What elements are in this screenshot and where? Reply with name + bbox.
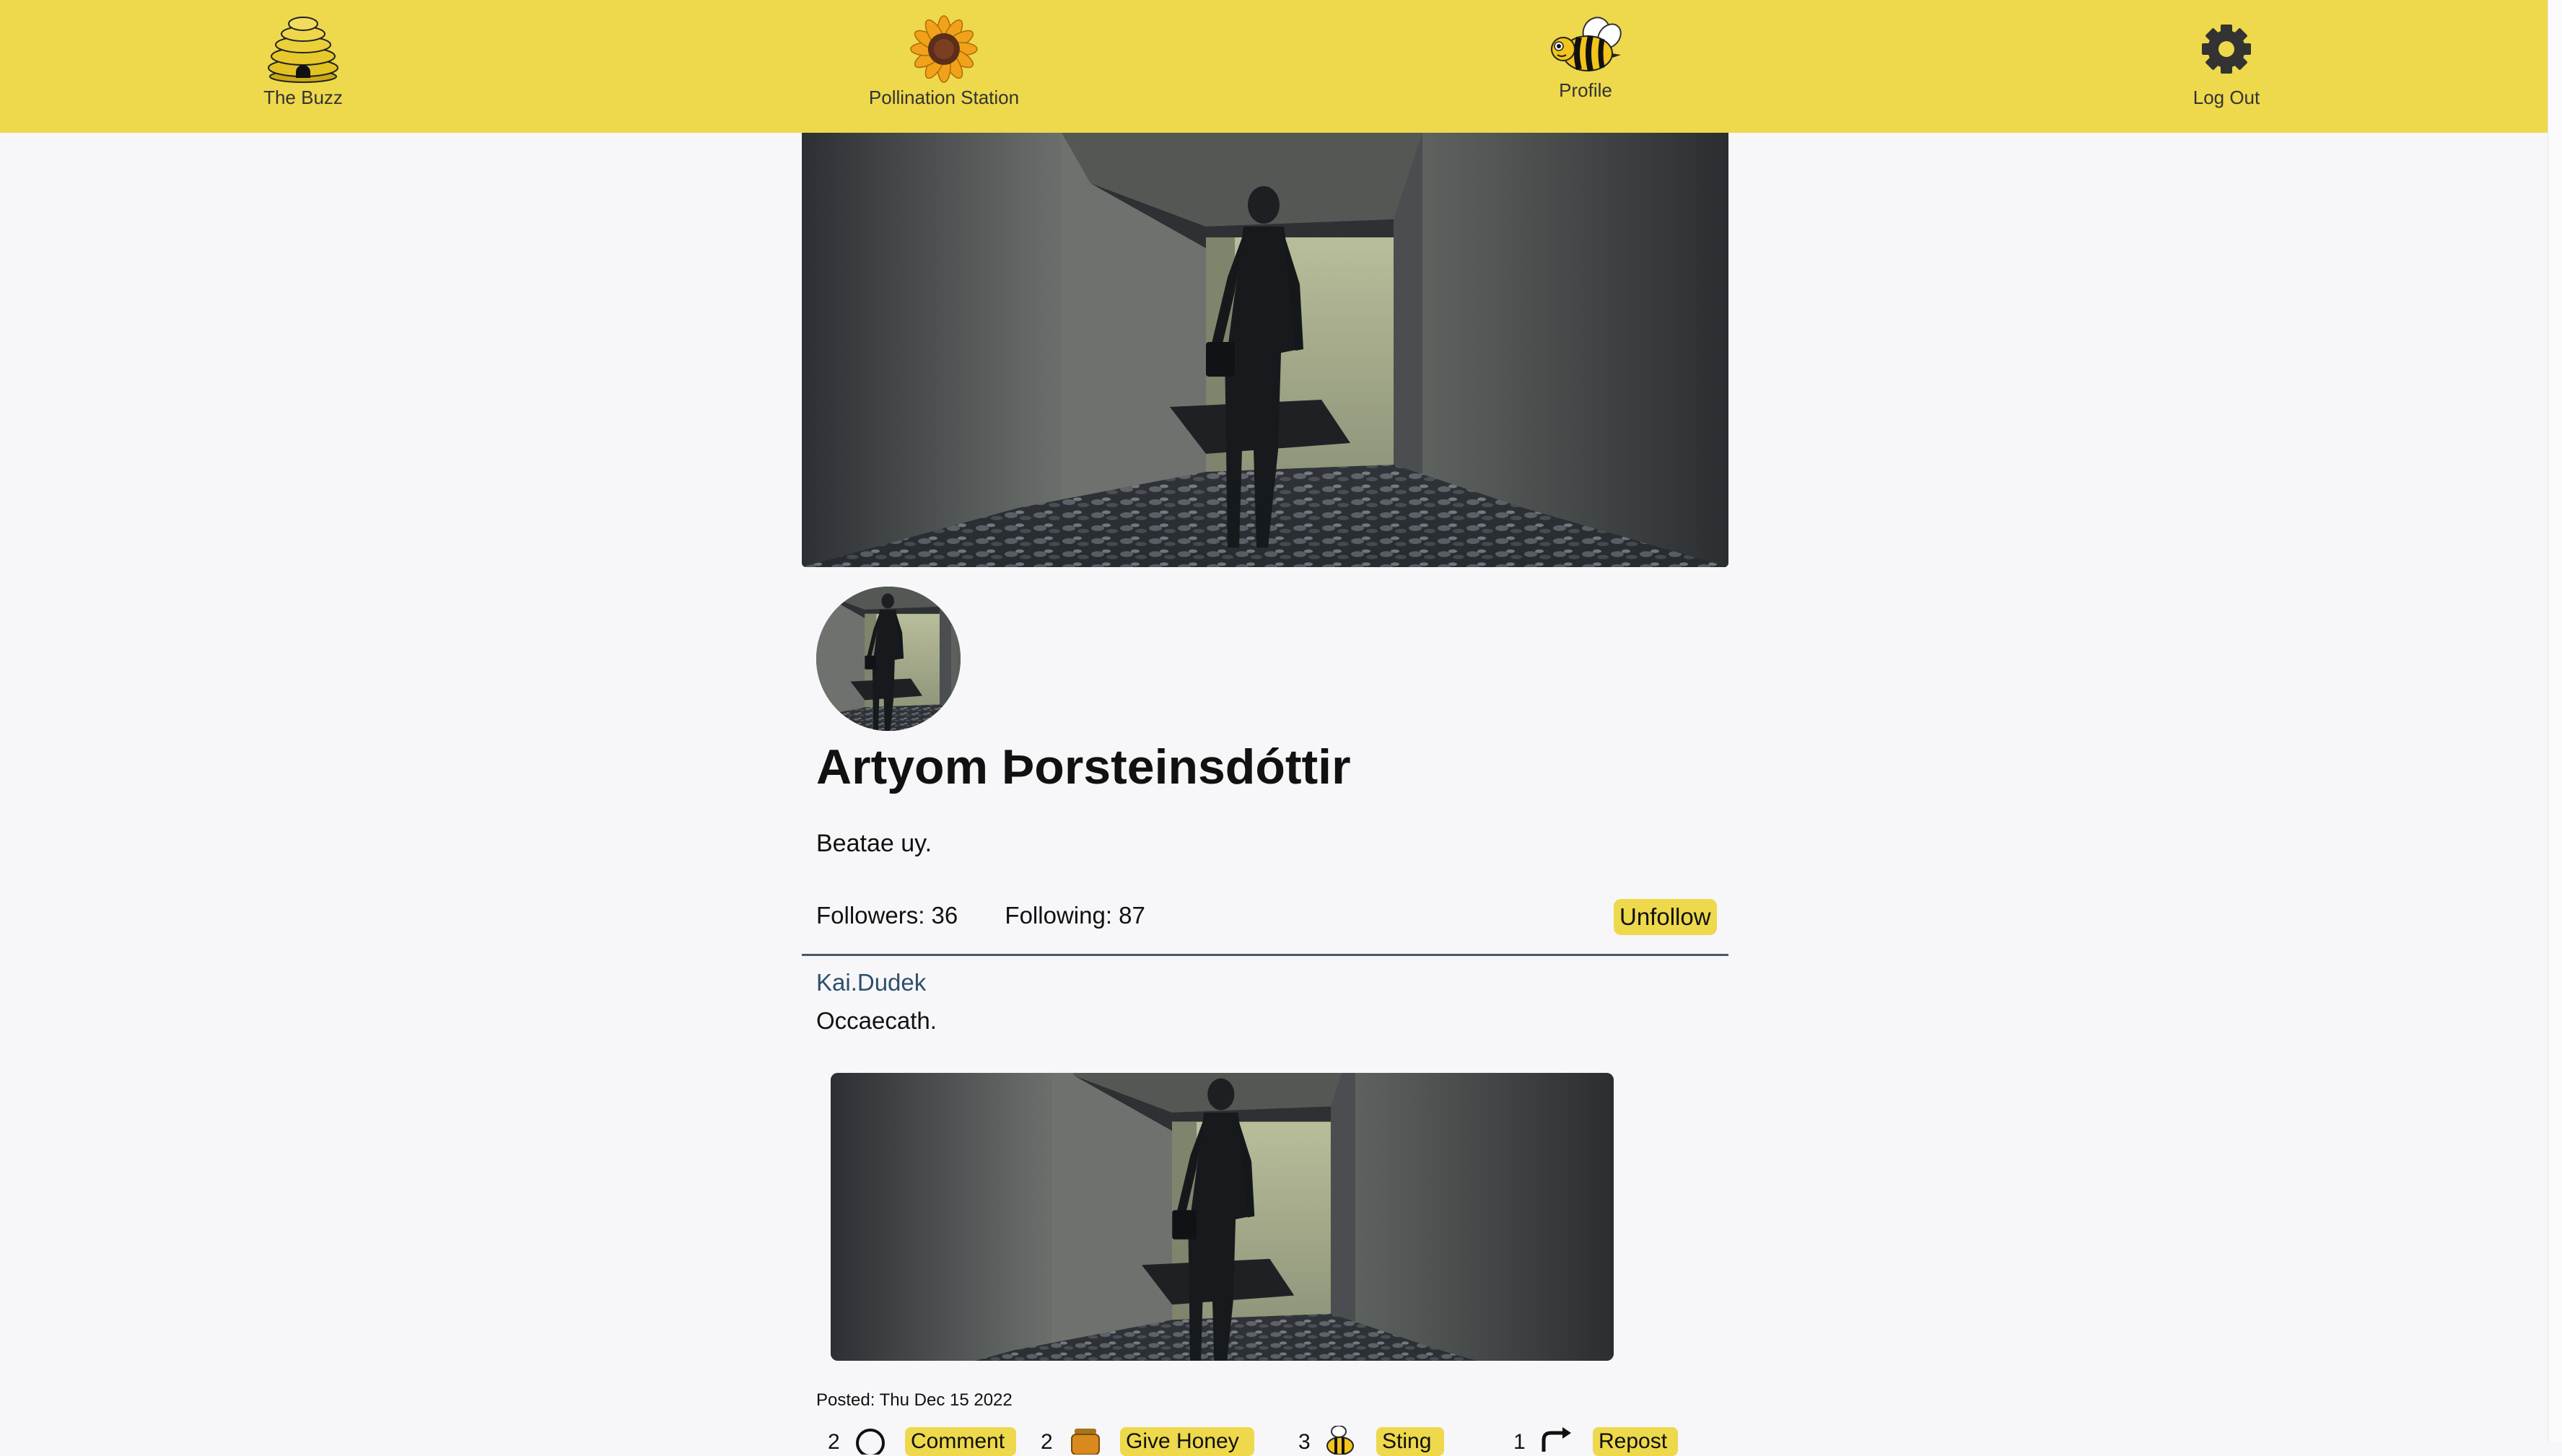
comment-count: 2 xyxy=(828,1430,840,1454)
following-count[interactable]: Following: 87 xyxy=(1005,902,1145,929)
beehive-icon xyxy=(268,17,338,83)
sting-button[interactable]: Sting xyxy=(1376,1427,1444,1456)
sunflower-icon xyxy=(910,15,978,83)
page-scrollbar[interactable] xyxy=(2548,0,2562,1442)
followers-count[interactable]: Followers: 36 xyxy=(816,902,958,929)
nav-profile[interactable]: Profile xyxy=(1546,16,1625,102)
post-author-link[interactable]: Kai.Dudek xyxy=(816,969,926,996)
comment-icon[interactable] xyxy=(852,1426,888,1455)
comment-button[interactable]: Comment xyxy=(905,1427,1016,1456)
nav-log-out-label: Log Out xyxy=(2192,87,2260,108)
bee-sting-icon[interactable] xyxy=(1321,1426,1360,1455)
gear-icon xyxy=(2202,25,2251,74)
honey-count: 2 xyxy=(1041,1430,1053,1454)
repost-count: 1 xyxy=(1513,1430,1526,1454)
post-text: Occaecath. xyxy=(816,1007,937,1034)
profile-stats: Followers: 36 Following: 87 xyxy=(816,902,1145,929)
nav-pollination-station[interactable]: Pollination Station xyxy=(869,12,1019,109)
profile-bio: Beatae uy. xyxy=(816,830,932,857)
repost-icon[interactable] xyxy=(1538,1426,1577,1455)
nav-profile-label: Profile xyxy=(1559,79,1612,101)
repost-button[interactable]: Repost xyxy=(1593,1427,1678,1456)
avatar[interactable] xyxy=(816,587,961,731)
bee-icon xyxy=(1551,17,1622,71)
post-image[interactable] xyxy=(831,1073,1614,1361)
nav-the-buzz-label: The Buzz xyxy=(263,87,343,108)
post-date: Posted: Thu Dec 15 2022 xyxy=(816,1390,1013,1410)
unfollow-button[interactable]: Unfollow xyxy=(1614,899,1717,935)
sting-count: 3 xyxy=(1298,1430,1311,1454)
nav-log-out[interactable]: Log Out xyxy=(2187,12,2266,109)
profile-name: Artyom Þorsteinsdóttir xyxy=(816,740,1351,794)
nav-the-buzz[interactable]: The Buzz xyxy=(263,12,343,109)
cover-photo xyxy=(802,133,1728,567)
profile-divider xyxy=(802,954,1728,956)
honey-jar-icon[interactable] xyxy=(1066,1426,1105,1455)
nav-pollination-label: Pollination Station xyxy=(868,87,1020,108)
top-navbar: The Buzz Pollination Station Profile Log… xyxy=(0,0,2548,133)
give-honey-button[interactable]: Give Honey xyxy=(1120,1427,1254,1456)
post-actions: 2 Comment 2 Give Honey 3 Sting 1 Repost xyxy=(816,1426,1682,1456)
